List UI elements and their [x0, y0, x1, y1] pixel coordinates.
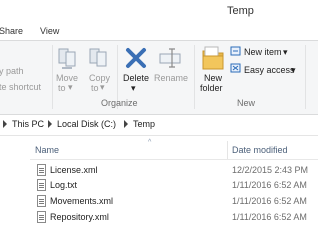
- title-bar: Temp: [0, 0, 318, 22]
- chevron-right-icon: [48, 120, 52, 128]
- navigation-pane[interactable]: [0, 136, 24, 240]
- file-row[interactable]: Log.txt 1/11/2016 6:52 AM: [30, 178, 318, 193]
- file-name: License.xml: [50, 165, 98, 175]
- file-date: 1/11/2016 6:52 AM: [232, 196, 307, 206]
- column-header: ^ Name Date modified: [30, 139, 318, 160]
- breadcrumb-local-disk[interactable]: Local Disk (C:): [57, 119, 116, 129]
- chevron-down-icon: ▾: [291, 65, 296, 75]
- tab-view[interactable]: View: [40, 26, 59, 36]
- new-group-label: New: [237, 98, 256, 108]
- ribbon: y path te shortcut Move to ▾ Copy to ▾ D…: [0, 41, 318, 115]
- organize-group-label: Organize: [101, 98, 138, 108]
- copy-to-icon: [89, 48, 107, 67]
- file-row[interactable]: License.xml 12/2/2015 2:43 PM: [30, 163, 318, 178]
- chevron-right-icon: [124, 120, 128, 128]
- copy-to-label-2: to: [91, 83, 99, 93]
- sort-arrow-icon: ^: [148, 139, 152, 146]
- column-name[interactable]: Name: [35, 145, 59, 155]
- delete-label: Delete: [123, 73, 150, 83]
- rename-label: Rename: [154, 73, 189, 83]
- file-name: Repository.xml: [50, 212, 109, 222]
- file-name: Log.txt: [50, 180, 78, 190]
- rename-icon: [159, 48, 181, 68]
- xml-file-icon: [37, 211, 46, 223]
- window-title: Temp: [227, 5, 254, 17]
- new-item-label: New item: [244, 47, 282, 57]
- file-name: Movements.xml: [50, 196, 114, 206]
- file-date: 12/2/2015 2:43 PM: [232, 165, 309, 175]
- delete-icon: [126, 48, 146, 68]
- address-bar[interactable]: This PC Local Disk (C:) Temp: [0, 115, 318, 136]
- chevron-down-icon: ▾: [100, 82, 105, 92]
- new-folder-label-1: New: [204, 73, 223, 83]
- chevron-down-icon: ▾: [283, 47, 288, 57]
- file-date: 1/11/2016 6:52 AM: [232, 212, 307, 222]
- new-folder-label-2: folder: [200, 83, 223, 93]
- group-separator: [194, 45, 195, 109]
- xml-file-icon: [37, 164, 46, 176]
- tab-share[interactable]: Share: [0, 26, 23, 36]
- new-item-icon: [230, 46, 241, 56]
- column-divider[interactable]: [227, 141, 228, 159]
- group-separator: [52, 45, 53, 109]
- chevron-down-icon: ▾: [68, 82, 73, 92]
- move-to-label-1: Move: [56, 73, 79, 83]
- column-date-modified[interactable]: Date modified: [232, 145, 288, 155]
- file-date: 1/11/2016 6:52 AM: [232, 180, 307, 190]
- breadcrumb-temp[interactable]: Temp: [133, 119, 155, 129]
- paste-shortcut-button[interactable]: te shortcut: [0, 82, 41, 92]
- easy-access-label: Easy access: [244, 65, 295, 75]
- copy-path-button[interactable]: y path: [0, 66, 24, 76]
- file-row[interactable]: Movements.xml 1/11/2016 6:52 AM: [30, 194, 318, 209]
- move-to-icon: [58, 48, 76, 69]
- file-row[interactable]: Repository.xml 1/11/2016 6:52 AM: [30, 210, 318, 225]
- ribbon-tabs: Share View: [0, 22, 318, 41]
- group-separator: [305, 45, 306, 109]
- chevron-down-icon: ▾: [131, 83, 136, 93]
- chevron-right-icon: [3, 120, 7, 128]
- folder-icon: [202, 46, 224, 70]
- text-file-icon: [37, 179, 46, 191]
- easy-access-icon: [230, 63, 241, 73]
- xml-file-icon: [37, 195, 46, 207]
- breadcrumb-this-pc[interactable]: This PC: [12, 119, 44, 129]
- move-to-label-2: to: [58, 83, 66, 93]
